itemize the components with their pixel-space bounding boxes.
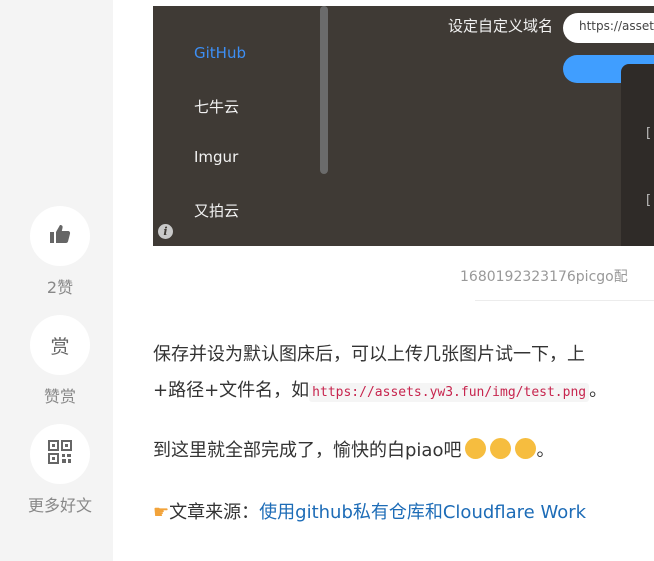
inline-code: https://assets.yw3.fun/img/test.png xyxy=(309,383,590,402)
party-face-emoji xyxy=(490,438,512,459)
menu-item-github: GitHub xyxy=(194,44,246,62)
info-icon: i xyxy=(158,224,173,239)
paragraph-text: 。 xyxy=(589,380,608,401)
pointing-hand-icon: ☛ xyxy=(153,502,170,523)
reward-label: 赞赏 xyxy=(43,387,76,406)
domain-input: https://assets xyxy=(563,13,654,43)
menu-item-qiniu: 七牛云 xyxy=(194,98,240,116)
paragraph-line: 保存并设为默认图床后，可以上传几张图片试一下，上 xyxy=(153,344,585,365)
dialog-mark: [ xyxy=(646,193,652,208)
more-articles-label: 更多好文 xyxy=(27,496,92,515)
dialog-mark: [ xyxy=(646,126,652,141)
caption-divider xyxy=(475,300,654,301)
source-line: ☛文章来源：使用github私有仓库和Cloudflare Work xyxy=(153,498,586,524)
domain-label: 设定自定义域名 xyxy=(448,17,554,35)
paragraph: 到这里就全部完成了，愉快的白piao吧 。 xyxy=(153,436,554,462)
screenshot-scrollbar xyxy=(320,6,328,174)
reward-icon: 赏 xyxy=(50,335,70,358)
paragraph-text: +路径+文件名，如 xyxy=(153,380,310,401)
party-face-emoji xyxy=(465,438,487,459)
thumbs-up-icon xyxy=(49,224,71,249)
image-caption: 1680192323176picgo配 xyxy=(460,269,628,285)
article-action-sidebar: 2赞 赏 赞赏 更多好文 xyxy=(0,0,113,561)
menu-item-imgur: Imgur xyxy=(194,148,239,166)
reward-button[interactable]: 赏 xyxy=(30,315,90,375)
menu-item-upyun: 又拍云 xyxy=(194,202,240,220)
source-label: 文章来源： xyxy=(169,502,260,523)
overlay-dialog: [ [ [ xyxy=(621,64,654,246)
like-action[interactable]: 2赞 xyxy=(0,206,120,298)
like-button[interactable] xyxy=(30,206,90,266)
qr-code-icon xyxy=(48,439,72,469)
paragraph-text: 。 xyxy=(536,440,555,461)
article-screenshot-image: GitHub 七牛云 Imgur 又拍云 i 设定自定义域名 https://a… xyxy=(153,6,654,246)
paragraph-line: +路径+文件名，如 https://assets.yw3.fun/img/test… xyxy=(153,376,607,402)
source-link[interactable]: 使用github私有仓库和Cloudflare Work xyxy=(259,502,586,523)
like-count: 2赞 xyxy=(46,278,74,297)
party-face-emoji xyxy=(515,438,537,459)
reward-action[interactable]: 赏 赞赏 xyxy=(0,315,120,407)
more-articles-action[interactable]: 更多好文 xyxy=(0,424,120,516)
article-content: GitHub 七牛云 Imgur 又拍云 i 设定自定义域名 https://a… xyxy=(113,0,654,561)
paragraph-text: 到这里就全部完成了，愉快的白piao吧 xyxy=(153,440,462,461)
more-articles-button[interactable] xyxy=(30,424,90,484)
